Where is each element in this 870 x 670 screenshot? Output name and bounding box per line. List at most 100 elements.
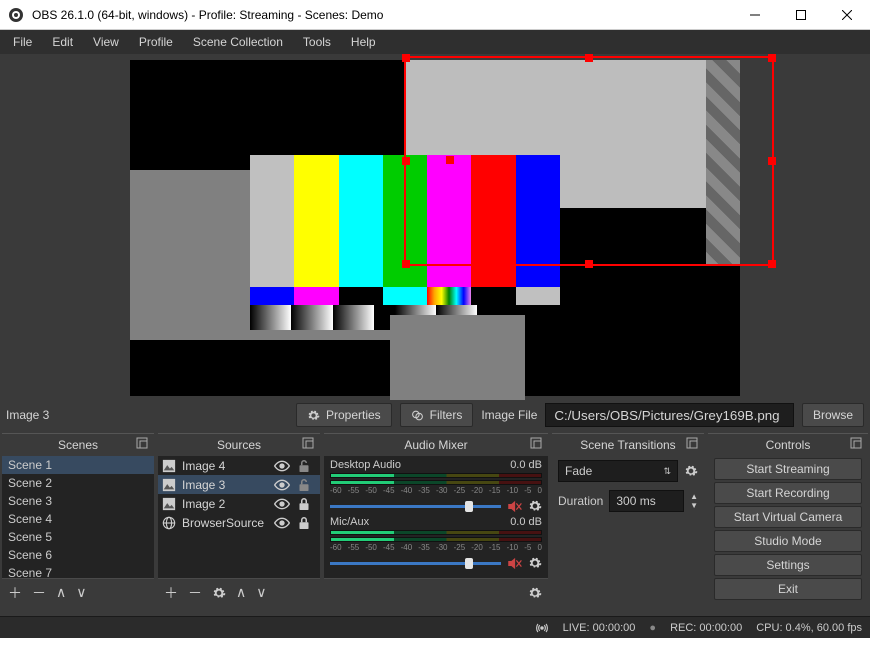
duration-spinbox[interactable]: 300 ms [609,490,684,512]
settings-button[interactable]: Settings [714,554,862,576]
mute-button[interactable] [507,500,522,513]
scene-item[interactable]: Scene 2 [2,474,154,492]
source-name: Image 3 [182,478,268,492]
remove-scene-button[interactable]: － [32,583,46,603]
scene-item[interactable]: Scene 6 [2,546,154,564]
scene-move-down-button[interactable]: ∨ [76,584,86,601]
properties-button[interactable]: Properties [296,403,392,427]
popout-icon[interactable] [686,437,700,451]
broadcast-icon [535,622,549,634]
scene-item[interactable]: Scene 1 [2,456,154,474]
menu-file[interactable]: File [4,32,41,52]
source-info-bar: Image 3 Properties Filters Image File Br… [0,399,870,431]
source-properties-button[interactable] [212,586,226,600]
mute-button[interactable] [507,557,522,570]
filters-icon [411,409,424,422]
source-move-down-button[interactable]: ∨ [256,584,266,601]
studio-mode-button[interactable]: Studio Mode [714,530,862,552]
close-button[interactable] [824,0,870,30]
exit-button[interactable]: Exit [714,578,862,600]
menu-bar: FileEditViewProfileScene CollectionTools… [0,30,870,54]
meter-ticks: -60-55-50-45-40-35-30-25-20-15-10-50 [330,486,542,495]
status-bar: LIVE: 00:00:00 ● REC: 00:00:00 CPU: 0.4%… [0,616,870,638]
menu-profile[interactable]: Profile [130,32,182,52]
start-recording-button[interactable]: Start Recording [714,482,862,504]
popout-icon[interactable] [302,437,316,451]
volume-slider[interactable] [330,505,501,508]
volume-slider[interactable] [330,562,501,565]
menu-view[interactable]: View [84,32,128,52]
preview-source-grey-b[interactable] [390,315,525,400]
sources-list[interactable]: Image 4 Image 3 Image 2 BrowserSource [158,456,320,578]
visibility-toggle[interactable] [274,479,292,491]
scene-move-up-button[interactable]: ∧ [56,584,66,601]
scene-item[interactable]: Scene 3 [2,492,154,510]
preview-source-colorbars[interactable] [250,155,560,330]
scene-item[interactable]: Scene 4 [2,510,154,528]
duration-label: Duration [558,494,603,508]
source-item[interactable]: BrowserSource [158,513,320,532]
source-name: BrowserSource [182,516,268,530]
transition-settings-button[interactable] [684,464,698,478]
controls-panel: Controls Start StreamingStart RecordingS… [708,433,868,606]
source-item[interactable]: Image 4 [158,456,320,475]
mixer-settings-button[interactable] [528,586,542,600]
scene-item[interactable]: Scene 5 [2,528,154,546]
controls-body: Start StreamingStart RecordingStart Virt… [708,456,868,606]
sources-title: Sources [217,438,261,452]
lock-toggle[interactable] [298,478,316,492]
transition-select[interactable]: Fade ⇅ [558,460,678,482]
duration-down-button[interactable]: ▼ [690,501,698,510]
lock-toggle[interactable] [298,459,316,473]
source-move-up-button[interactable]: ∧ [236,584,246,601]
preview-area[interactable] [0,54,870,399]
status-live: LIVE: 00:00:00 [563,622,636,634]
image-file-path-input[interactable] [545,403,794,427]
mixer-channel: Desktop Audio 0.0 dB -60-55-50-45-40-35-30… [324,456,548,513]
gear-icon [307,409,320,422]
scenes-list[interactable]: Scene 1Scene 2Scene 3Scene 4Scene 5Scene… [2,456,154,578]
start-streaming-button[interactable]: Start Streaming [714,458,862,480]
scenes-title: Scenes [58,438,98,452]
image-icon [162,497,176,511]
visibility-toggle[interactable] [274,498,292,510]
lock-toggle[interactable] [298,497,316,511]
popout-icon[interactable] [136,437,150,451]
channel-settings-button[interactable] [528,499,542,513]
channel-name: Desktop Audio [330,459,401,471]
source-item[interactable]: Image 3 [158,475,320,494]
channel-level: 0.0 dB [510,516,542,528]
channel-settings-button[interactable] [528,556,542,570]
audio-meter [330,537,542,542]
preview-overflow-stripes [706,60,740,266]
remove-source-button[interactable]: － [188,583,202,603]
browse-button[interactable]: Browse [802,403,864,427]
record-indicator-icon: ● [649,622,656,634]
add-source-button[interactable]: ＋ [164,583,178,603]
window-title: OBS 26.1.0 (64-bit, windows) - Profile: … [32,8,732,22]
popout-icon[interactable] [850,437,864,451]
menu-edit[interactable]: Edit [43,32,82,52]
add-scene-button[interactable]: ＋ [8,583,22,603]
status-rec: REC: 00:00:00 [670,622,742,634]
scenes-panel: Scenes Scene 1Scene 2Scene 3Scene 4Scene… [2,433,154,606]
transitions-title: Scene Transitions [580,438,675,452]
visibility-toggle[interactable] [274,517,292,529]
preview-canvas[interactable] [130,60,740,396]
source-item[interactable]: Image 2 [158,494,320,513]
filters-button[interactable]: Filters [400,403,474,427]
maximize-button[interactable] [778,0,824,30]
menu-help[interactable]: Help [342,32,385,52]
minimize-button[interactable] [732,0,778,30]
menu-tools[interactable]: Tools [294,32,340,52]
lock-toggle[interactable] [298,516,316,530]
channel-level: 0.0 dB [510,459,542,471]
selected-source-name: Image 3 [6,408,49,422]
scene-item[interactable]: Scene 7 [2,564,154,578]
start-virtual-camera-button[interactable]: Start Virtual Camera [714,506,862,528]
mixer-channel: Mic/Aux0.0 dB-60-55-50-45-40-35-30-25-20… [324,513,548,570]
popout-icon[interactable] [530,437,544,451]
visibility-toggle[interactable] [274,460,292,472]
duration-up-button[interactable]: ▲ [690,492,698,501]
menu-scene-collection[interactable]: Scene Collection [184,32,292,52]
